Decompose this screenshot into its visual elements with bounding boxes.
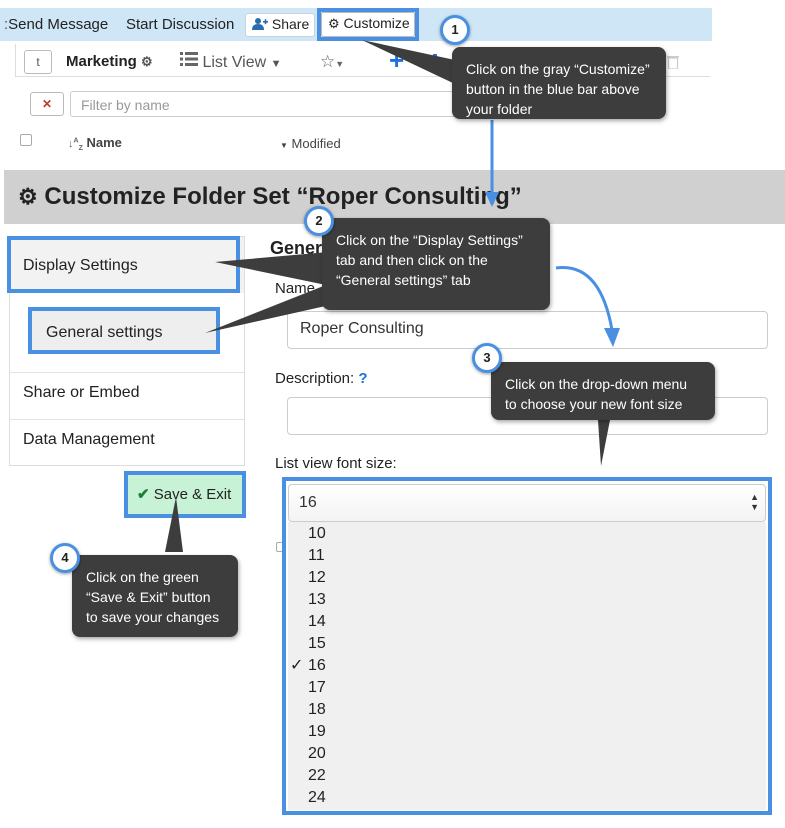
step-4-badge: 4 (50, 543, 80, 573)
callout-4-pointer (165, 497, 183, 552)
step-2-badge: 2 (304, 206, 334, 236)
blue-arrowhead-2 (604, 328, 620, 347)
callout-2: Click on the “Display Settings” tab and … (322, 218, 550, 310)
callout-3-pointer (598, 420, 610, 466)
callout-2-pointer-b (205, 285, 330, 333)
callout-1: Click on the gray “Customize” button in … (452, 47, 666, 119)
step-3-badge: 3 (472, 343, 502, 373)
step-1-badge: 1 (440, 15, 470, 45)
callout-4: Click on the green “Save & Exit” button … (72, 555, 238, 637)
callout-2-pointer-a (215, 252, 328, 285)
callout-1-pointer (362, 40, 455, 84)
callout-3: Click on the drop-down menu to choose yo… (491, 362, 715, 420)
blue-arrow-2 (555, 266, 614, 331)
blue-arrowhead-1 (485, 192, 499, 207)
